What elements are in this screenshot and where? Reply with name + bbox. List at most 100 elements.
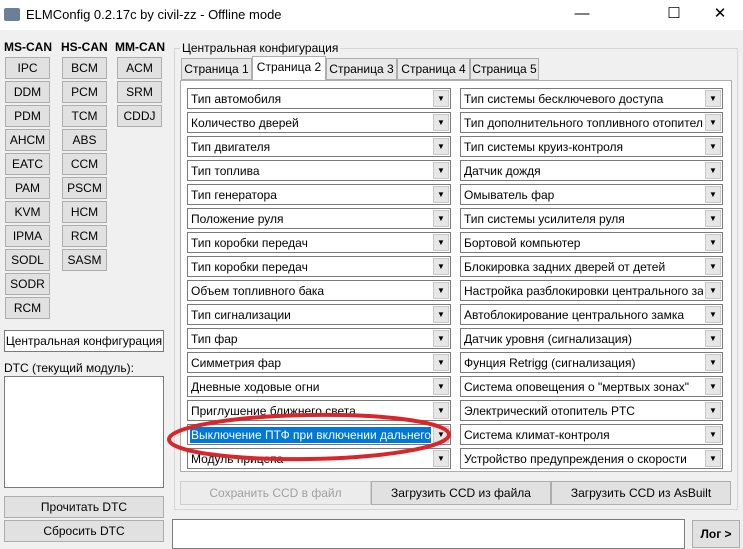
save-ccd-button[interactable]: Сохранить CCD в файл: [180, 481, 371, 505]
log-input[interactable]: [172, 519, 685, 549]
close-button[interactable]: ✕: [697, 0, 743, 30]
module-button-ccm[interactable]: CCM: [62, 153, 107, 175]
tab-page-1[interactable]: Страница 1: [181, 58, 252, 80]
chevron-down-icon[interactable]: ▼: [705, 210, 721, 227]
config-dropdown[interactable]: Тип дополнительного топливного отопителя…: [460, 112, 723, 133]
config-dropdown[interactable]: Объем топливного бака ▼: [187, 280, 451, 301]
config-dropdown[interactable]: Датчик уровня (сигнализация) ▼: [460, 328, 723, 349]
dtc-list[interactable]: [4, 376, 164, 488]
module-button-cddj[interactable]: CDDJ: [117, 105, 162, 127]
module-button-ipma[interactable]: IPMA: [5, 225, 50, 247]
chevron-down-icon[interactable]: ▼: [705, 234, 721, 251]
module-button-srm[interactable]: SRM: [117, 81, 162, 103]
config-dropdown[interactable]: Настройка разблокировки центрального зам…: [460, 280, 723, 301]
chevron-down-icon[interactable]: ▼: [433, 426, 449, 443]
module-button-pcm[interactable]: PCM: [62, 81, 107, 103]
chevron-down-icon[interactable]: ▼: [705, 282, 721, 299]
chevron-down-icon[interactable]: ▼: [433, 330, 449, 347]
config-dropdown[interactable]: Фунция Retrigg (сигнализация) ▼: [460, 352, 723, 373]
chevron-down-icon[interactable]: ▼: [433, 378, 449, 395]
chevron-down-icon[interactable]: ▼: [433, 402, 449, 419]
module-button-rcm[interactable]: RCM: [62, 225, 107, 247]
chevron-down-icon[interactable]: ▼: [705, 426, 721, 443]
config-dropdown[interactable]: Приглушение ближнего света ▼: [187, 400, 451, 421]
module-button-pscm[interactable]: PSCM: [62, 177, 107, 199]
config-dropdown[interactable]: Модуль прицепа ▼: [187, 448, 451, 469]
config-dropdown[interactable]: Тип топлива ▼: [187, 160, 451, 181]
module-button-kvm[interactable]: KVM: [5, 201, 50, 223]
load-ccd-file-button[interactable]: Загрузить CCD из файла: [371, 481, 551, 505]
module-button-hcm[interactable]: HCM: [62, 201, 107, 223]
config-dropdown[interactable]: Датчик дождя ▼: [460, 160, 723, 181]
module-button-ahcm[interactable]: AHCM: [5, 129, 50, 151]
config-dropdown[interactable]: Электрический отопитель PTC ▼: [460, 400, 723, 421]
config-dropdown[interactable]: Количество дверей ▼: [187, 112, 451, 133]
config-dropdown[interactable]: Система климат-контроля ▼: [460, 424, 723, 445]
central-config-button[interactable]: Центральная конфигурация: [4, 330, 164, 352]
chevron-down-icon[interactable]: ▼: [705, 354, 721, 371]
chevron-down-icon[interactable]: ▼: [705, 330, 721, 347]
chevron-down-icon[interactable]: ▼: [705, 162, 721, 179]
read-dtc-button[interactable]: Прочитать DTC: [4, 496, 164, 518]
config-dropdown[interactable]: Устройство предупреждения о скорости ▼: [460, 448, 723, 469]
chevron-down-icon[interactable]: ▼: [705, 258, 721, 275]
module-button-bcm[interactable]: BCM: [62, 57, 107, 79]
chevron-down-icon[interactable]: ▼: [433, 306, 449, 323]
minimize-button[interactable]: —: [559, 0, 605, 30]
config-dropdown[interactable]: Тип системы усилителя руля ▼: [460, 208, 723, 229]
tab-page-3[interactable]: Страница 3: [326, 58, 397, 80]
maximize-button[interactable]: ☐: [651, 0, 697, 30]
clear-dtc-button[interactable]: Сбросить DTC: [4, 520, 164, 542]
module-button-eatc[interactable]: EATC: [5, 153, 50, 175]
tab-page-4[interactable]: Страница 4: [397, 58, 470, 80]
chevron-down-icon[interactable]: ▼: [433, 210, 449, 227]
config-dropdown[interactable]: Дневные ходовые огни ▼: [187, 376, 451, 397]
chevron-down-icon[interactable]: ▼: [433, 186, 449, 203]
module-button-pdm[interactable]: PDM: [5, 105, 50, 127]
chevron-down-icon[interactable]: ▼: [433, 354, 449, 371]
config-dropdown[interactable]: Тип коробки передач ▼: [187, 232, 451, 253]
module-button-tcm[interactable]: TCM: [62, 105, 107, 127]
chevron-down-icon[interactable]: ▼: [705, 450, 721, 467]
config-dropdown[interactable]: Симметрия фар ▼: [187, 352, 451, 373]
chevron-down-icon[interactable]: ▼: [433, 162, 449, 179]
load-ccd-asbuilt-button[interactable]: Загрузить CCD из AsBuilt: [551, 481, 731, 505]
chevron-down-icon[interactable]: ▼: [705, 186, 721, 203]
module-button-pam[interactable]: PAM: [5, 177, 50, 199]
chevron-down-icon[interactable]: ▼: [433, 282, 449, 299]
chevron-down-icon[interactable]: ▼: [433, 450, 449, 467]
config-dropdown[interactable]: Тип двигателя ▼: [187, 136, 451, 157]
chevron-down-icon[interactable]: ▼: [705, 306, 721, 323]
chevron-down-icon[interactable]: ▼: [705, 114, 721, 131]
config-dropdown[interactable]: Выключение ПТФ при включении дальнего св…: [187, 424, 451, 445]
chevron-down-icon[interactable]: ▼: [705, 138, 721, 155]
chevron-down-icon[interactable]: ▼: [705, 90, 721, 107]
module-button-sodl[interactable]: SODL: [5, 249, 50, 271]
tab-page-5[interactable]: Страница 5: [470, 58, 539, 80]
tab-page-2[interactable]: Страница 2: [252, 56, 326, 81]
config-dropdown[interactable]: Тип автомобиля ▼: [187, 88, 451, 109]
config-dropdown[interactable]: Положение руля ▼: [187, 208, 451, 229]
config-dropdown[interactable]: Бортовой компьютер ▼: [460, 232, 723, 253]
chevron-down-icon[interactable]: ▼: [433, 258, 449, 275]
config-dropdown[interactable]: Тип коробки передач ▼: [187, 256, 451, 277]
chevron-down-icon[interactable]: ▼: [433, 138, 449, 155]
chevron-down-icon[interactable]: ▼: [705, 378, 721, 395]
chevron-down-icon[interactable]: ▼: [433, 234, 449, 251]
chevron-down-icon[interactable]: ▼: [705, 402, 721, 419]
chevron-down-icon[interactable]: ▼: [433, 114, 449, 131]
config-dropdown[interactable]: Автоблокирование центрального замка ▼: [460, 304, 723, 325]
module-button-ddm[interactable]: DDM: [5, 81, 50, 103]
config-dropdown[interactable]: Тип фар ▼: [187, 328, 451, 349]
config-dropdown[interactable]: Тип системы круиз-контроля ▼: [460, 136, 723, 157]
config-dropdown[interactable]: Блокировка задних дверей от детей ▼: [460, 256, 723, 277]
config-dropdown[interactable]: Тип сигнализации ▼: [187, 304, 451, 325]
config-dropdown[interactable]: Омыватель фар ▼: [460, 184, 723, 205]
chevron-down-icon[interactable]: ▼: [433, 90, 449, 107]
config-dropdown[interactable]: Тип системы бесключевого доступа ▼: [460, 88, 723, 109]
config-dropdown[interactable]: Система оповещения о "мертвых зонах" ▼: [460, 376, 723, 397]
module-button-sodr[interactable]: SODR: [5, 273, 50, 295]
module-button-rcm[interactable]: RCM: [5, 297, 50, 319]
module-button-sasm[interactable]: SASM: [62, 249, 107, 271]
config-dropdown[interactable]: Тип генератора ▼: [187, 184, 451, 205]
